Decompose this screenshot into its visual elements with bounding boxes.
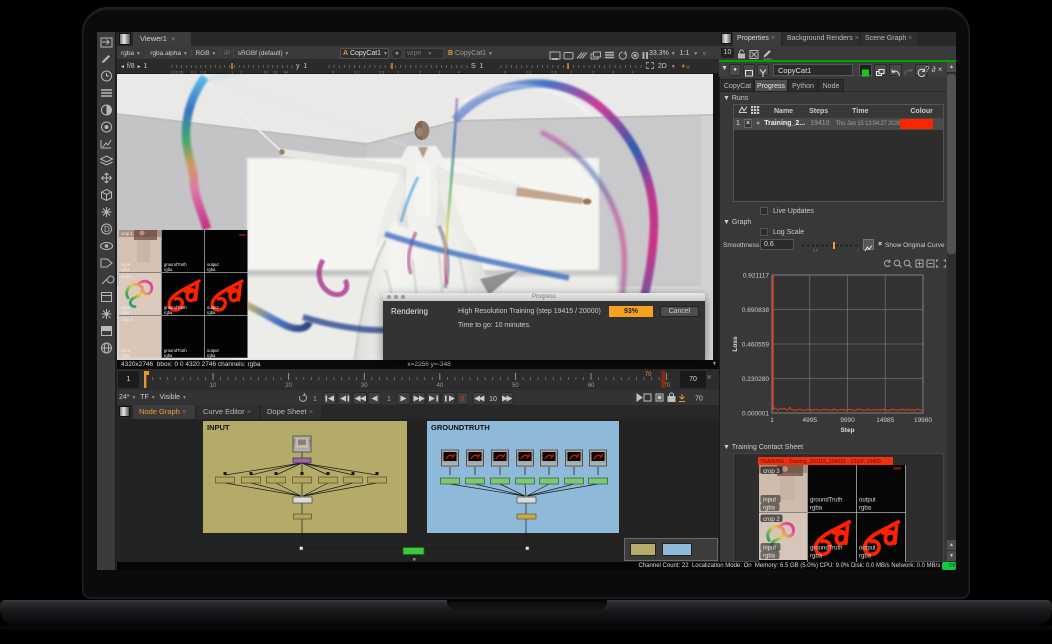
svg-text:rgba: rgba bbox=[121, 267, 130, 272]
svg-text:70: 70 bbox=[695, 396, 703, 403]
svg-text:rgba: rgba bbox=[810, 506, 823, 512]
svg-text:0.460559: 0.460559 bbox=[742, 342, 769, 349]
svg-text:rgba: rgba bbox=[763, 506, 776, 512]
svg-text:rgba: rgba bbox=[164, 310, 173, 315]
svg-text:10: 10 bbox=[210, 383, 217, 389]
svg-text:crop 3: crop 3 bbox=[763, 469, 780, 475]
svg-text:1: 1 bbox=[313, 396, 317, 403]
svg-text:Loss: Loss bbox=[732, 336, 739, 352]
svg-text:1: 1 bbox=[770, 417, 774, 424]
svg-text:0.690838: 0.690838 bbox=[742, 307, 769, 314]
svg-text:40: 40 bbox=[436, 383, 443, 389]
svg-text:groundTruth: groundTruth bbox=[810, 498, 842, 504]
svg-text:crop 2: crop 2 bbox=[763, 517, 780, 523]
svg-text:Step: Step bbox=[840, 427, 854, 434]
svg-text:4995: 4995 bbox=[803, 417, 818, 424]
svg-text:70: 70 bbox=[645, 372, 652, 378]
svg-text:crop 1: crop 1 bbox=[121, 231, 133, 236]
svg-text:input: input bbox=[763, 498, 776, 504]
svg-text:10: 10 bbox=[489, 396, 497, 403]
svg-text:0.230280: 0.230280 bbox=[742, 376, 769, 383]
svg-text:30: 30 bbox=[361, 383, 368, 389]
svg-text:0.5: 0.5 bbox=[813, 249, 818, 253]
svg-text:D: D bbox=[104, 225, 110, 234]
svg-text:rgba: rgba bbox=[164, 267, 173, 272]
svg-text:60: 60 bbox=[588, 383, 595, 389]
svg-text:INPUT: INPUT bbox=[207, 423, 230, 432]
svg-text:1: 1 bbox=[857, 249, 859, 253]
svg-text:groundTruth: groundTruth bbox=[810, 546, 842, 552]
svg-text:crop 2: crop 2 bbox=[121, 274, 133, 279]
svg-text:TRAINING : Training_260115_104: TRAINING : Training_260115_104031 - STEP… bbox=[760, 459, 881, 465]
svg-text:crop 3: crop 3 bbox=[121, 317, 133, 322]
svg-text:0.921117: 0.921117 bbox=[743, 273, 770, 280]
svg-text:rgba: rgba bbox=[859, 506, 872, 512]
svg-text:input: input bbox=[763, 546, 776, 552]
svg-text:rgba: rgba bbox=[859, 554, 872, 560]
svg-text:GROUNDTRUTH: GROUNDTRUTH bbox=[431, 423, 490, 432]
svg-text:19980: 19980 bbox=[914, 417, 932, 424]
svg-text:output: output bbox=[859, 498, 876, 504]
svg-text:rgba: rgba bbox=[164, 353, 173, 358]
svg-text:14985: 14985 bbox=[876, 417, 894, 424]
svg-text:9990: 9990 bbox=[840, 417, 855, 424]
svg-text:rgba: rgba bbox=[121, 353, 130, 358]
svg-text:rgba: rgba bbox=[207, 353, 216, 358]
svg-text:50: 50 bbox=[512, 383, 519, 389]
svg-text:output: output bbox=[859, 546, 876, 552]
svg-text:rgba: rgba bbox=[763, 554, 776, 560]
svg-text:rgba: rgba bbox=[207, 267, 216, 272]
svg-text:rgba: rgba bbox=[121, 310, 130, 315]
svg-text:0: 0 bbox=[461, 396, 465, 403]
svg-text:20: 20 bbox=[285, 383, 292, 389]
svg-text:1: 1 bbox=[387, 396, 391, 403]
svg-text:rgba: rgba bbox=[810, 554, 823, 560]
svg-text:0.000001: 0.000001 bbox=[742, 411, 769, 418]
svg-text:rgba: rgba bbox=[207, 310, 216, 315]
